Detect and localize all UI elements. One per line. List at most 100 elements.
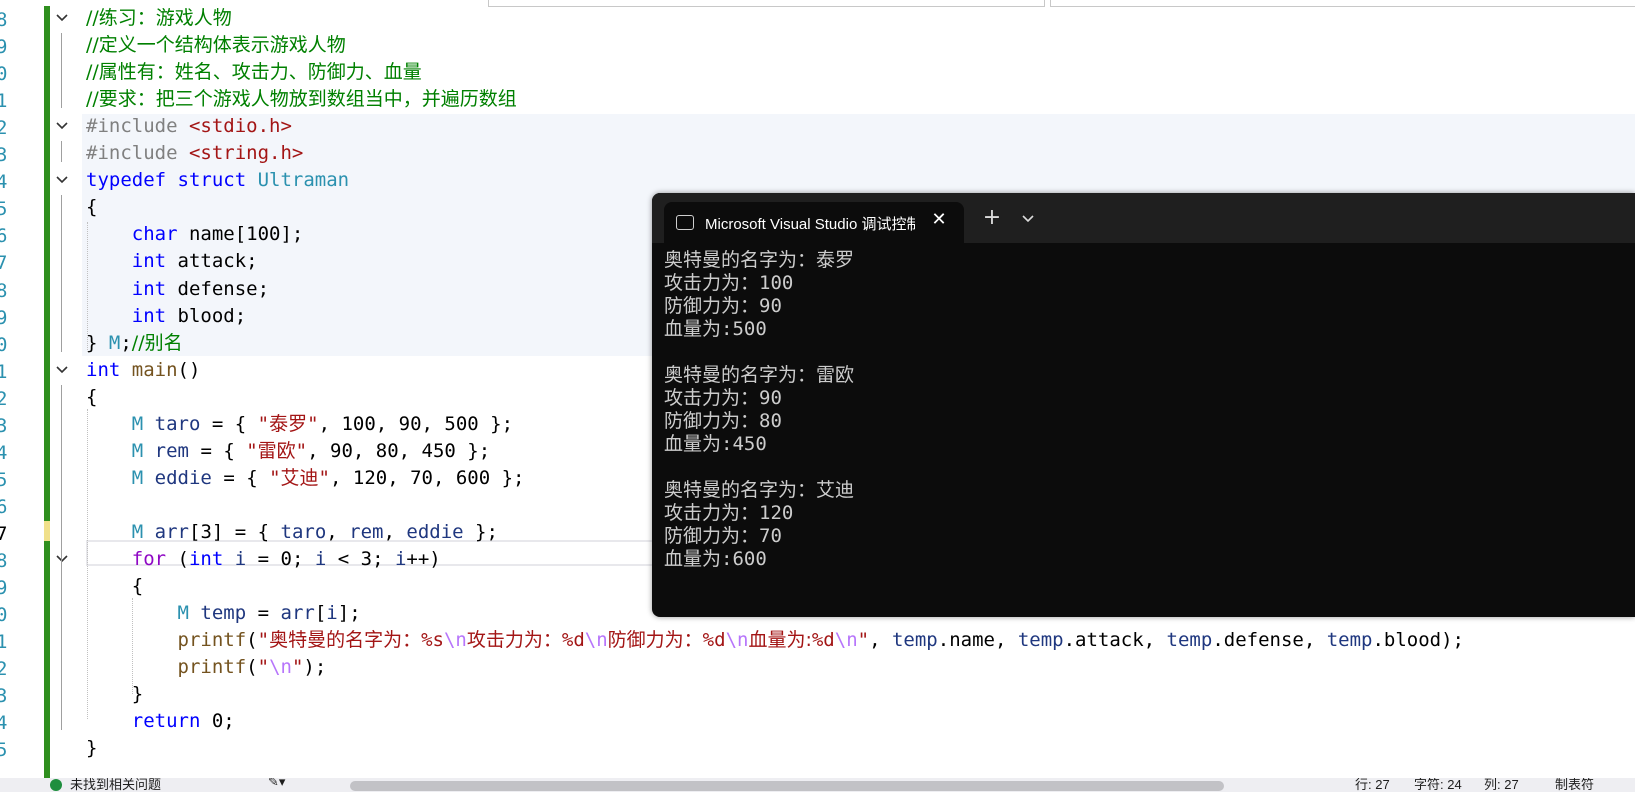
code-token: printf bbox=[177, 656, 247, 679]
line-number: 9 bbox=[0, 36, 8, 59]
code-line[interactable]: printf("奥特曼的名字为：%s\n攻击力为：%d\n防御力为：%d\n血量… bbox=[86, 626, 1464, 654]
code-token: eddie bbox=[406, 520, 464, 543]
fold-chevron-icon[interactable] bbox=[54, 172, 70, 188]
line-number: 9 bbox=[0, 577, 8, 600]
code-line[interactable]: { bbox=[86, 193, 97, 221]
code-line[interactable]: M arr[3] = { taro, rem, eddie }; bbox=[86, 518, 498, 546]
code-token: .attack, bbox=[1063, 629, 1167, 652]
member-dropdown[interactable] bbox=[1050, 0, 1635, 7]
line-number: 1 bbox=[0, 360, 8, 383]
code-token: \n bbox=[584, 629, 608, 652]
code-token: i bbox=[234, 548, 247, 570]
code-token: 血量为: bbox=[748, 629, 812, 652]
code-token: attack; bbox=[166, 250, 258, 273]
code-token: \n bbox=[443, 629, 467, 652]
code-line[interactable]: { bbox=[86, 383, 97, 411]
code-line[interactable]: M taro = { "泰罗", 100, 90, 500 }; bbox=[86, 410, 513, 438]
code-line[interactable]: #include <stdio.h> bbox=[86, 112, 292, 140]
fold-range-line bbox=[61, 33, 62, 109]
chevron-down-icon[interactable] bbox=[1016, 206, 1040, 230]
code-token: " bbox=[857, 629, 870, 652]
line-number: 3 bbox=[0, 414, 8, 437]
char-indicator[interactable]: 字符: 24 bbox=[1414, 778, 1462, 792]
code-line[interactable]: } bbox=[86, 734, 97, 762]
code-line[interactable]: char name[100]; bbox=[86, 220, 304, 248]
fold-chevron-icon[interactable] bbox=[54, 551, 70, 567]
code-line[interactable]: //定义一个结构体表示游戏人物 bbox=[86, 31, 346, 59]
debug-console-window[interactable]: Microsoft Visual Studio 调试控制台 ✕ + 奥特曼的名字… bbox=[652, 193, 1635, 617]
fold-range-line bbox=[61, 195, 62, 352]
code-token: for bbox=[131, 548, 167, 570]
code-token: .blood); bbox=[1372, 629, 1464, 652]
fold-chevron-icon[interactable] bbox=[54, 10, 70, 26]
code-token: , 120, 70, 600 }; bbox=[330, 466, 525, 489]
console-tab[interactable]: Microsoft Visual Studio 调试控制台 ✕ bbox=[664, 202, 964, 243]
code-line[interactable]: { bbox=[86, 572, 143, 600]
code-line[interactable]: return 0; bbox=[86, 707, 235, 735]
code-line[interactable]: #include <string.h> bbox=[86, 139, 303, 167]
line-number: 5 bbox=[0, 198, 8, 221]
code-line[interactable]: int blood; bbox=[86, 302, 246, 330]
code-token: %d bbox=[811, 629, 835, 652]
code-token: int bbox=[131, 304, 167, 327]
code-token: %s bbox=[421, 629, 444, 652]
code-line[interactable]: //练习：游戏人物 bbox=[86, 4, 232, 32]
line-number: 0 bbox=[0, 333, 8, 356]
console-output-line: 攻击力为：120 bbox=[664, 502, 794, 524]
code-token: ( bbox=[166, 548, 189, 570]
code-line[interactable]: } M;//别名 bbox=[86, 329, 183, 357]
code-line[interactable]: M rem = { "雷欧", 90, 80, 450 }; bbox=[86, 437, 490, 465]
code-line[interactable]: M temp = arr[i]; bbox=[86, 599, 361, 627]
new-tab-button[interactable]: + bbox=[980, 206, 1004, 230]
brush-icon[interactable]: ✎▾ bbox=[268, 778, 285, 790]
code-line[interactable]: printf("\n"); bbox=[86, 653, 327, 681]
code-token: arr bbox=[154, 520, 189, 543]
code-line[interactable]: M eddie = { "艾迪", 120, 70, 600 }; bbox=[86, 464, 525, 492]
code-token: 雷欧 bbox=[257, 439, 296, 462]
code-token: , 100, 90, 500 }; bbox=[318, 412, 514, 435]
code-token: { bbox=[86, 196, 98, 219]
code-line[interactable]: } bbox=[86, 680, 143, 708]
code-token: //要求：把三个游戏人物放到数组当中，并遍历数组 bbox=[86, 88, 517, 111]
code-line[interactable]: //要求：把三个游戏人物放到数组当中，并遍历数组 bbox=[86, 85, 517, 113]
issues-status[interactable]: 未找到相关问题 bbox=[70, 778, 161, 792]
scope-dropdown[interactable] bbox=[488, 0, 1045, 7]
fold-chevron-icon[interactable] bbox=[54, 362, 70, 378]
code-token: { bbox=[86, 385, 98, 408]
code-token: 0; bbox=[200, 710, 235, 733]
console-output-line: 奥特曼的名字为：泰罗 bbox=[664, 249, 855, 271]
tabs-indicator[interactable]: 制表符 bbox=[1555, 778, 1594, 792]
console-title-bar[interactable]: Microsoft Visual Studio 调试控制台 ✕ + bbox=[652, 193, 1635, 243]
code-token: = { bbox=[189, 439, 247, 462]
code-token: 艾迪 bbox=[280, 466, 319, 489]
code-token: { bbox=[86, 575, 144, 598]
code-line[interactable]: int attack; bbox=[86, 247, 258, 275]
code-token: \n bbox=[269, 656, 292, 679]
code-token: printf bbox=[177, 629, 247, 652]
code-token: blood; bbox=[166, 304, 247, 327]
fold-chevron-icon[interactable] bbox=[54, 118, 70, 134]
code-line[interactable]: int main() bbox=[86, 356, 200, 384]
line-number: 8 bbox=[0, 279, 8, 302]
col-indicator[interactable]: 列: 27 bbox=[1484, 778, 1519, 792]
horizontal-scrollbar[interactable] bbox=[350, 781, 1224, 791]
code-token: 奥特曼的名字为： bbox=[269, 629, 422, 652]
console-output-line: 防御力为：90 bbox=[664, 295, 782, 317]
code-line[interactable]: for (int i = 0; i < 3; i++) bbox=[86, 545, 441, 573]
line-number: 4 bbox=[0, 441, 8, 464]
code-token: } bbox=[86, 683, 144, 706]
close-tab-icon[interactable]: ✕ bbox=[929, 210, 949, 230]
line-indicator[interactable]: 行: 27 bbox=[1355, 778, 1390, 792]
code-token: M bbox=[108, 331, 121, 354]
code-line[interactable]: typedef struct Ultraman bbox=[86, 166, 349, 194]
code-line[interactable]: //属性有：姓名、攻击力、防御力、血量 bbox=[86, 58, 422, 86]
code-token: ++) bbox=[406, 548, 441, 570]
console-output-line: 防御力为：80 bbox=[664, 410, 782, 432]
code-line[interactable]: int defense; bbox=[86, 275, 269, 303]
code-token: () bbox=[177, 358, 201, 381]
code-token: i bbox=[326, 602, 338, 625]
